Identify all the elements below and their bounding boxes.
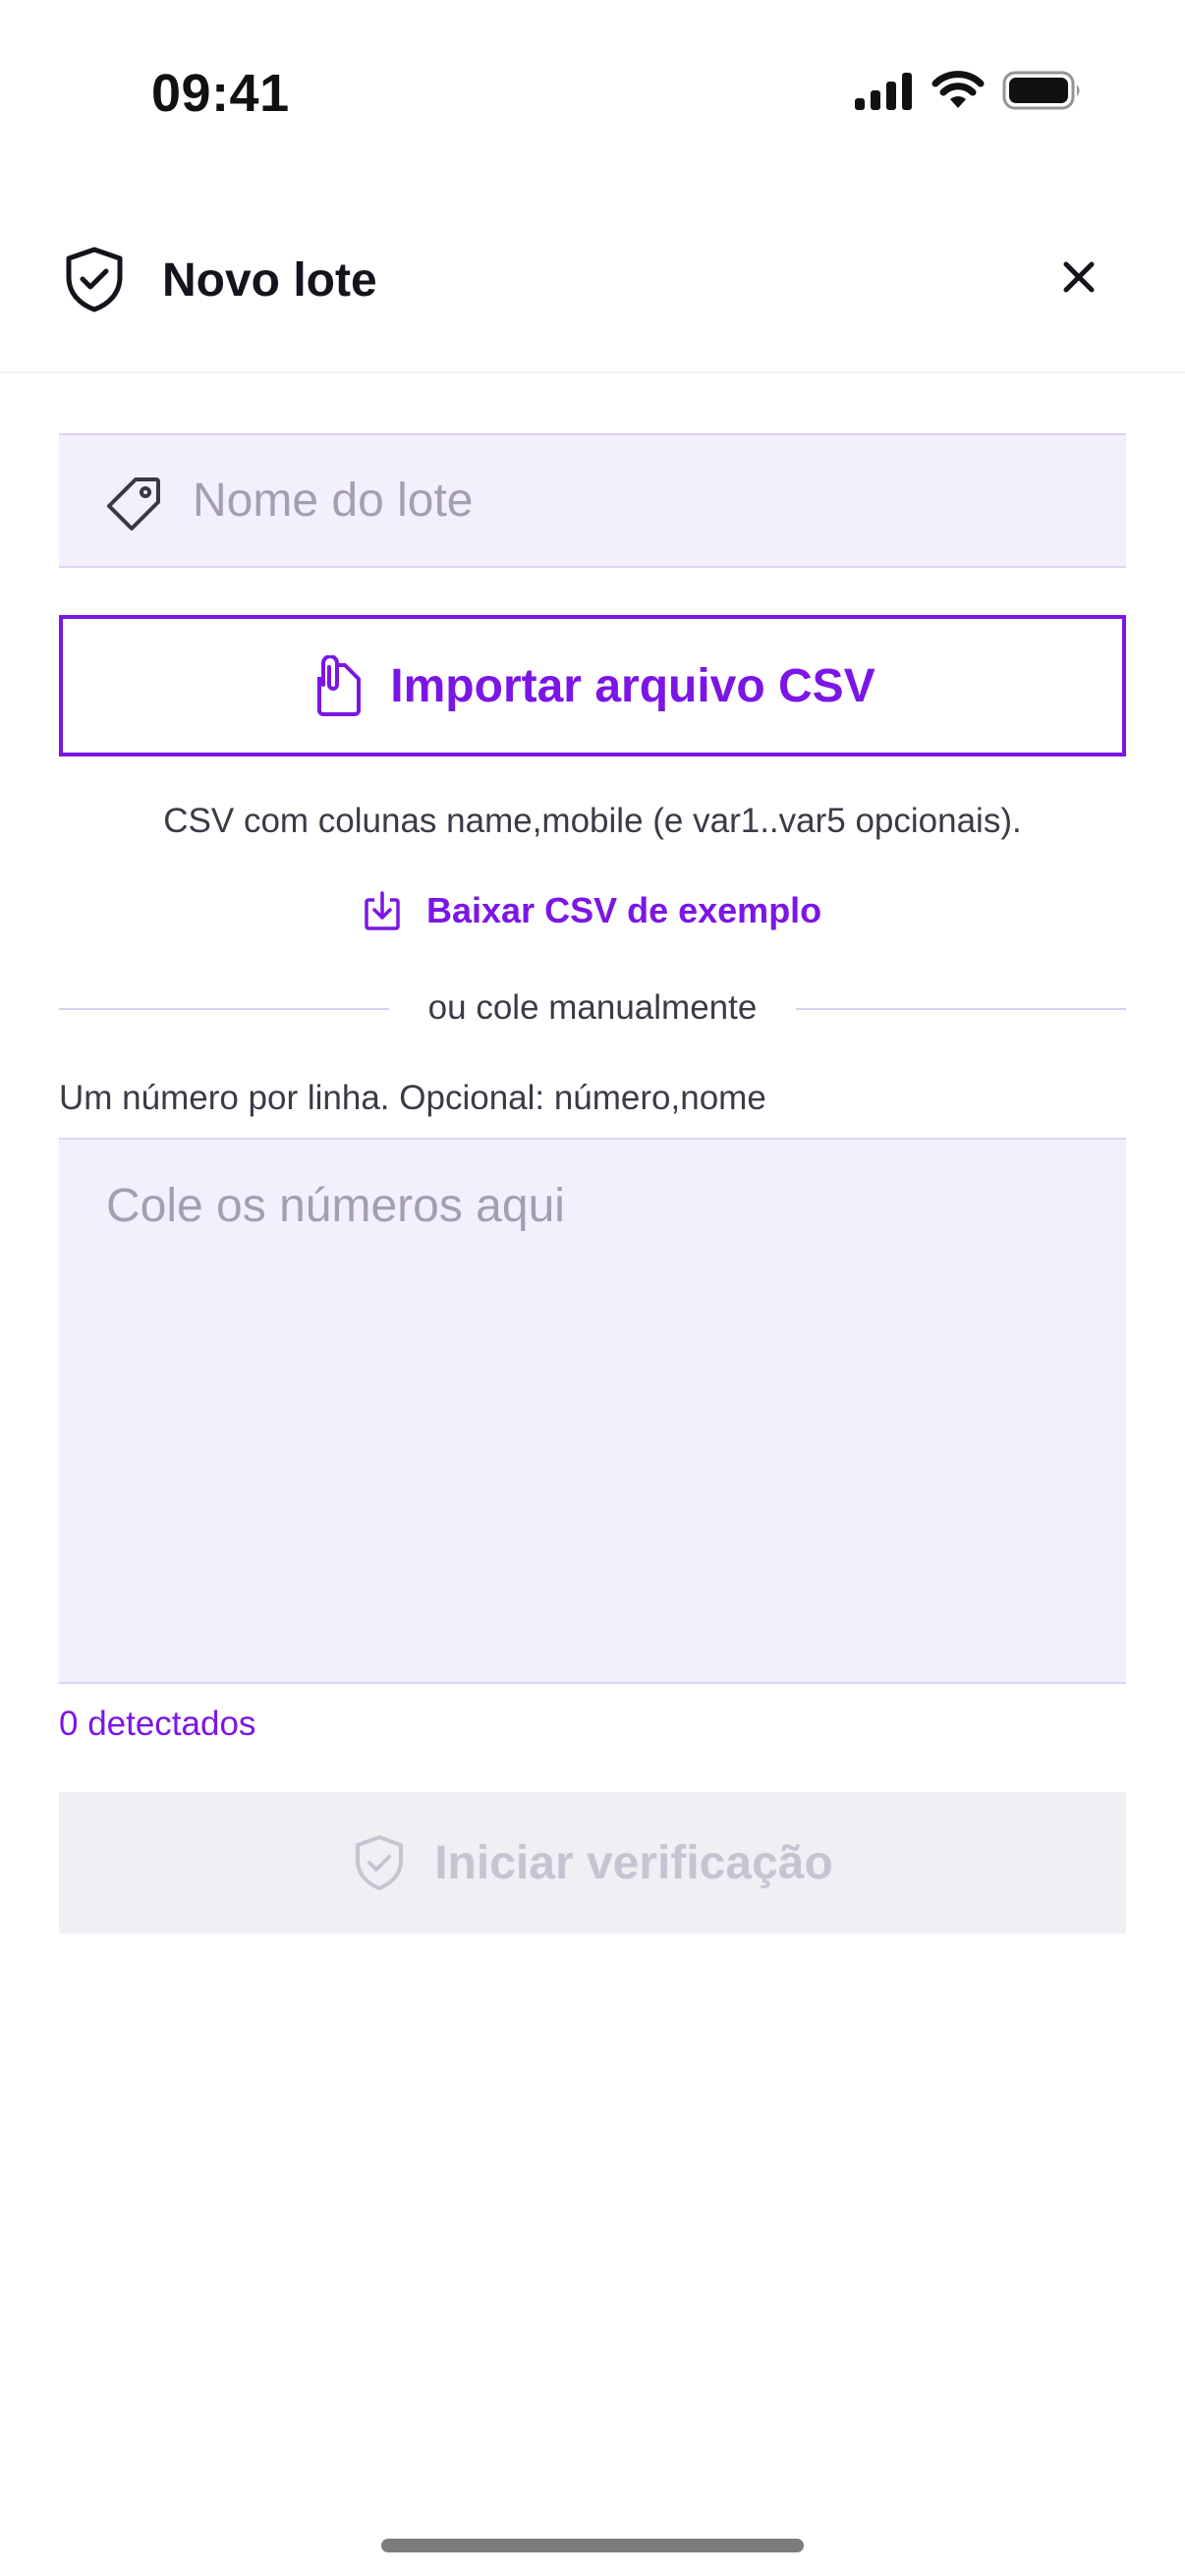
page-title: Novo lote: [162, 254, 377, 307]
close-icon: [1063, 261, 1095, 293]
home-indicator[interactable]: [381, 2539, 804, 2552]
tag-icon: [107, 477, 160, 531]
or-divider: ou cole manualmente: [59, 982, 1126, 1034]
signal-icon: [855, 73, 912, 110]
wifi-icon: [931, 71, 985, 108]
csv-format-help: CSV com colunas name,mobile (e var1..var…: [163, 802, 1022, 840]
paste-numbers-textarea[interactable]: [59, 1140, 1126, 1682]
status-time: 09:41: [151, 64, 290, 123]
start-verification-label: Iniciar verificação: [434, 1836, 833, 1889]
batch-name-input[interactable]: [193, 435, 1097, 566]
shield-check-icon: [66, 247, 123, 312]
status-icons: [853, 71, 1083, 110]
shield-check-icon: [356, 1835, 404, 1890]
header: Novo lote: [0, 226, 1185, 373]
paperclip-file-icon: [317, 655, 362, 716]
import-csv-button[interactable]: Importar arquivo CSV: [59, 615, 1126, 756]
detected-count: 0 detectados: [59, 1705, 256, 1743]
download-icon: [365, 891, 400, 930]
start-verification-button[interactable]: Iniciar verificação: [59, 1792, 1126, 1933]
import-csv-label: Importar arquivo CSV: [390, 659, 875, 712]
battery-icon: [1002, 71, 1080, 110]
paste-numbers-field[interactable]: [59, 1138, 1126, 1684]
download-sample-csv-label: Baixar CSV de exemplo: [426, 890, 822, 930]
status-bar: 09:41: [0, 0, 1185, 187]
close-button[interactable]: [1047, 246, 1110, 308]
download-sample-csv-link[interactable]: Baixar CSV de exemplo: [364, 890, 821, 931]
paste-hint: Um número por linha. Opcional: número,no…: [59, 1079, 766, 1117]
batch-name-field[interactable]: [59, 433, 1126, 568]
divider-line: [796, 1008, 1126, 1010]
